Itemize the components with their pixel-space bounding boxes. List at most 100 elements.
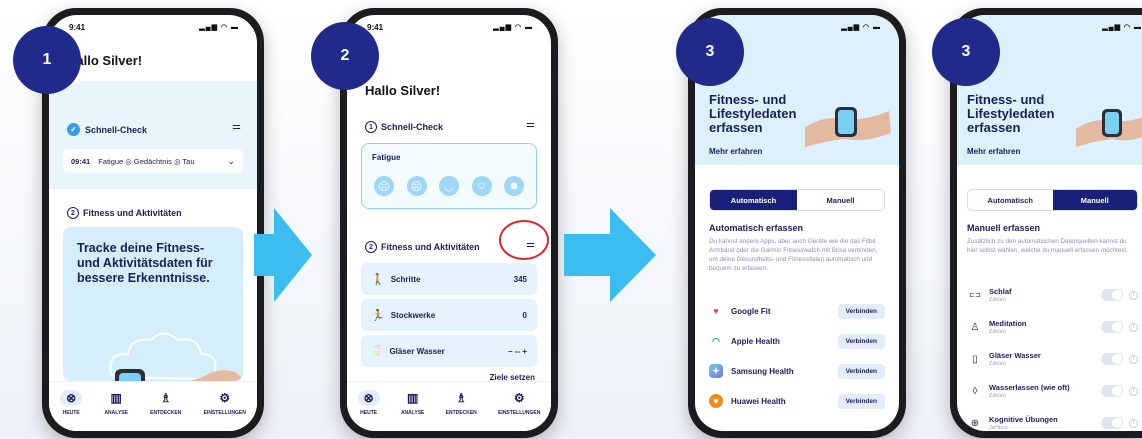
segment-manual[interactable]: Manuell (1052, 190, 1137, 210)
info-icon[interactable]: i (1129, 354, 1138, 364)
analysis-icon: ▥ (406, 391, 419, 405)
segment-automatic[interactable]: Automatisch (710, 190, 797, 210)
info-icon[interactable]: i (1129, 386, 1138, 396)
status-time: 9:41 (69, 23, 86, 32)
fitness-section-title: Fitness und Aktivitäten (381, 242, 480, 252)
promo-card[interactable]: Tracke deine Fitness- und Aktivitätsdate… (63, 227, 243, 381)
fatigue-label: Fatigue (372, 153, 401, 162)
item-sub: Zählen (989, 361, 1006, 367)
tab-label: EINSTELLUNGEN (498, 410, 541, 416)
tab-entdecken[interactable]: ♗ ENTDECKEN (150, 390, 181, 416)
stat-label: Stockwerke (390, 310, 436, 320)
mood-very-bad-icon[interactable]: ☹ (374, 176, 394, 196)
connect-button[interactable]: Verbinden (837, 363, 885, 379)
tab-heute[interactable]: ⊗ HEUTE (60, 390, 83, 416)
app-row-samsung-health: ✦ Samsung Health Verbinden (709, 359, 885, 383)
stairs-icon: 🏃 (371, 309, 385, 322)
more-info-link[interactable]: Mehr erfahren (709, 147, 762, 156)
tab-einstellungen[interactable]: ⚙ EINSTELLUNGEN (204, 390, 246, 416)
item-label: Kognitive Übungen (989, 415, 1058, 424)
segment-manual[interactable]: Manuell (797, 190, 884, 210)
manual-row-urination: ◊ Wasserlassen (wie oft) Zählen i (967, 377, 1138, 405)
info-icon[interactable]: i (1129, 418, 1138, 428)
section-number: 2 (67, 207, 79, 219)
meditation-icon: ♙ (970, 321, 980, 333)
glass-icon: ▯ (972, 353, 978, 365)
bed-icon: ⊏⊐ (969, 292, 981, 299)
arrow-right-icon (564, 208, 656, 302)
status-icons: ▂▄▆ ◠ ▬ (493, 24, 533, 31)
manual-row-sleep: ⊏⊐ Schlaf Zählen i (967, 281, 1138, 309)
check-time: 09:41 (71, 156, 91, 166)
info-icon[interactable]: i (1129, 322, 1138, 332)
quick-check-header[interactable]: ✓ Schnell-Check (67, 123, 147, 136)
fatigue-card[interactable]: Fatigue ☹ ☹ ◡ ☺ ☻ (361, 143, 537, 209)
tab-analyse[interactable]: ▥ ANALYSE (401, 390, 424, 416)
segment-automatic[interactable]: Automatisch (968, 190, 1053, 210)
check-items: Fatigue ◎ Gedächtnis ◎ Tau (98, 156, 195, 166)
water-stepper[interactable]: – -- + (508, 347, 527, 356)
more-info-link[interactable]: Mehr erfahren (967, 147, 1020, 156)
greeting: Hallo Silver! (365, 83, 441, 98)
info-icon[interactable]: i (1129, 290, 1138, 300)
manual-row-meditation: ♙ Meditation Zählen i (967, 313, 1138, 341)
mood-good-icon[interactable]: ☺ (471, 176, 492, 196)
arm-watch-illustration (1076, 109, 1142, 147)
tab-einstellungen[interactable]: ⚙ EINSTELLUNGEN (498, 390, 540, 416)
app-name: Huawei Health (731, 396, 786, 406)
section-description: Du kannst andere Apps, aber auch Geräte … (709, 238, 878, 272)
mode-segmented-control: Automatisch Manuell (709, 189, 885, 211)
toggle-switch[interactable] (1101, 417, 1123, 429)
item-sub: Zählen (989, 329, 1006, 335)
section-description: Zusätzlich zu den automatischen Datenque… (967, 238, 1129, 254)
discover-icon: ♗ (160, 391, 172, 405)
settings-icon: ⚙ (513, 391, 525, 405)
item-label: Wasserlassen (wie oft) (989, 383, 1070, 392)
toggle-switch[interactable] (1101, 289, 1123, 301)
quick-check-bar[interactable]: 09:41 Fatigue ◎ Gedächtnis ◎ Tau ⌄ (63, 149, 243, 173)
tab-label: ENTDECKEN (150, 410, 182, 416)
section-heading: Manuell erfassen (967, 223, 1041, 233)
tab-heute[interactable]: ⊗ HEUTE (357, 390, 380, 416)
filter-settings-icon[interactable]: ⚌ (232, 121, 241, 132)
status-icons: ▂▄▆ ◠ ▬ (841, 24, 881, 31)
stat-value: 345 (513, 274, 527, 284)
quick-check-header[interactable]: 1 Schnell-Check (365, 121, 443, 133)
today-icon: ⊗ (357, 390, 380, 406)
brain-icon: ⊕ (970, 417, 980, 429)
stat-row-water[interactable]: 🥛 Gläser Wasser – -- + (361, 335, 537, 367)
connect-button[interactable]: Verbinden (837, 393, 885, 409)
huawei-health-icon: ♥ (709, 394, 723, 408)
status-icons: ▂▄▆ ◠ ▬ (199, 24, 239, 31)
stat-value: 0 (522, 310, 527, 320)
chevron-down-icon[interactable]: ⌄ (227, 156, 235, 167)
google-fit-icon: ♥ (713, 306, 719, 316)
glass-icon: 🥛 (371, 345, 384, 357)
stat-row-steps[interactable]: 🚶 Schritte 345 (361, 263, 537, 295)
toggle-switch[interactable] (1101, 321, 1123, 333)
connect-button[interactable]: Verbinden (837, 333, 885, 349)
highlight-circle (499, 220, 549, 260)
status-time: 9:41 (367, 23, 384, 32)
stat-row-floors[interactable]: 🏃 Stockwerke 0 (361, 299, 537, 331)
toggle-switch[interactable] (1101, 353, 1123, 365)
mood-neutral-icon[interactable]: ◡ (439, 176, 459, 196)
page-title: Fitness- und Lifestyledaten erfassen (709, 92, 797, 135)
toggle-switch[interactable] (1101, 385, 1123, 397)
today-icon: ⊗ (60, 390, 83, 406)
samsung-health-icon: ✦ (709, 364, 723, 378)
manual-row-cognitive: ⊕ Kognitive Übungen Ja/Nein i (967, 409, 1138, 431)
app-name: Samsung Health (731, 366, 794, 376)
tab-analyse[interactable]: ▥ ANALYSE (104, 390, 127, 416)
mood-bad-icon[interactable]: ☹ (406, 176, 427, 196)
app-row-huawei-health: ♥ Huawei Health Verbinden (709, 389, 885, 413)
filter-settings-icon[interactable]: ⚌ (526, 119, 535, 130)
app-row-google-fit: ♥ Google Fit Verbinden (709, 299, 885, 323)
apple-health-icon: ◠ (712, 335, 720, 346)
tab-entdecken[interactable]: ♗ ENTDECKEN (446, 390, 477, 416)
mood-very-good-icon[interactable]: ☻ (504, 176, 524, 196)
discover-icon: ♗ (455, 391, 467, 405)
connect-button[interactable]: Verbinden (837, 303, 885, 319)
mode-segmented-control: Automatisch Manuell (967, 189, 1138, 211)
app-name: Apple Health (731, 336, 780, 346)
